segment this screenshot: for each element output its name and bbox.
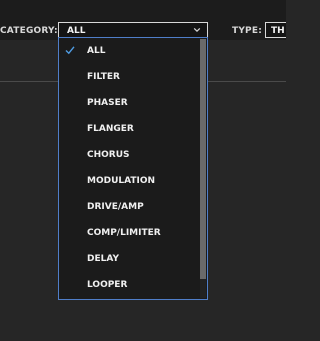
dropdown-option-label: DELAY xyxy=(87,254,119,264)
dropdown-option-label: DRIVE/AMP xyxy=(87,202,144,212)
dropdown-option-looper[interactable]: LOOPER xyxy=(59,272,199,298)
dropdown-option-chorus[interactable]: CHORUS xyxy=(59,142,199,168)
category-label: CATEGORY: xyxy=(0,26,58,36)
dropdown-option-all[interactable]: ALL xyxy=(59,38,199,64)
chevron-down-icon xyxy=(193,27,201,33)
dropdown-option-label: FILTER xyxy=(87,72,120,82)
dropdown-option-phaser[interactable]: PHASER xyxy=(59,90,199,116)
dropdown-option-label: COMP/LIMITER xyxy=(87,228,161,238)
checkmark-icon xyxy=(65,46,75,55)
dropdown-option-label: CHORUS xyxy=(87,150,130,160)
dropdown-option-label: ALL xyxy=(87,46,106,56)
dropdown-option-modulation[interactable]: MODULATION xyxy=(59,168,199,194)
category-select[interactable]: ALL xyxy=(58,22,208,38)
scrollbar-thumb[interactable] xyxy=(200,39,206,279)
dropdown-option-flanger[interactable]: FLANGER xyxy=(59,116,199,142)
type-label: TYPE: xyxy=(232,26,262,36)
app-root: CATEGORY: ALL TYPE: TH ALL FILTER PHASER… xyxy=(0,0,286,341)
dropdown-option-delay[interactable]: DELAY xyxy=(59,246,199,272)
category-select-value: ALL xyxy=(67,26,86,36)
type-select-value: TH xyxy=(271,26,285,36)
dropdown-option-label: FLANGER xyxy=(87,124,134,134)
dropdown-option-label: MODULATION xyxy=(87,176,156,186)
dropdown-option-label: LOOPER xyxy=(87,280,128,290)
dropdown-option-comp-limiter[interactable]: COMP/LIMITER xyxy=(59,220,199,246)
dropdown-option-filter[interactable]: FILTER xyxy=(59,64,199,90)
category-dropdown-menu: ALL FILTER PHASER FLANGER CHORUS MODULAT… xyxy=(58,37,208,300)
dropdown-option-drive-amp[interactable]: DRIVE/AMP xyxy=(59,194,199,220)
type-select[interactable]: TH xyxy=(265,22,286,38)
dropdown-option-label: PHASER xyxy=(87,98,128,108)
